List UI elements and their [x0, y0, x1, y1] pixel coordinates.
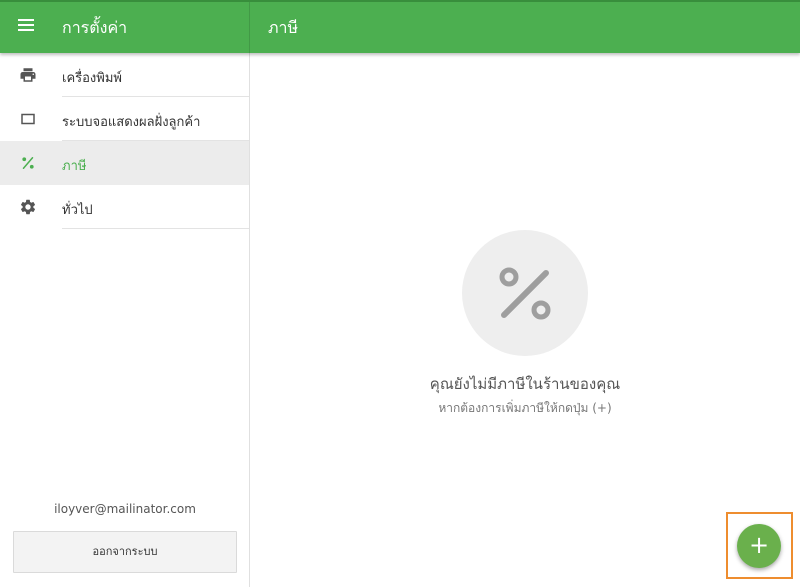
logout-button[interactable]: ออกจากระบบ — [13, 531, 237, 573]
sidebar-item-tax[interactable]: ภาษี — [0, 141, 249, 185]
divider — [62, 228, 249, 229]
percent-icon — [499, 267, 551, 320]
sidebar: เครื่องพิมพ์ ระบบจอแสดงผลฝั่งลูกค้า ภาษี… — [0, 53, 250, 587]
empty-state-illustration — [462, 230, 588, 356]
sidebar-item-label: ภาษี — [62, 159, 87, 174]
sidebar-item-printer[interactable]: เครื่องพิมพ์ — [0, 53, 249, 97]
display-icon — [21, 113, 35, 125]
account-email: iloyver@mailinator.com — [54, 502, 196, 516]
page-title: ภาษี — [268, 18, 299, 37]
sidebar-item-label: ระบบจอแสดงผลฝั่งลูกค้า — [62, 115, 201, 130]
gear-icon — [21, 199, 36, 215]
hamburger-menu-icon[interactable] — [18, 19, 38, 35]
printer-icon — [20, 68, 36, 82]
header-divider — [249, 2, 250, 53]
app-bar: การตั้งค่า ภาษี — [0, 0, 800, 53]
sidebar-item-label: ทั่วไป — [62, 203, 93, 218]
empty-state-title: คุณยังไม่มีภาษีในร้านของคุณ — [429, 375, 621, 393]
add-tax-button[interactable]: + — [737, 524, 781, 568]
settings-title: การตั้งค่า — [62, 18, 128, 37]
plus-icon: + — [748, 531, 770, 559]
sidebar-item-general[interactable]: ทั่วไป — [0, 185, 249, 229]
sidebar-item-label: เครื่องพิมพ์ — [62, 71, 122, 86]
main-content: คุณยังไม่มีภาษีในร้านของคุณ หากต้องการเพ… — [250, 53, 800, 587]
empty-state-subtitle: หากต้องการเพิ่มภาษีให้กดปุ่ม (+) — [438, 401, 612, 415]
sidebar-item-customer-display[interactable]: ระบบจอแสดงผลฝั่งลูกค้า — [0, 97, 249, 141]
percent-icon — [22, 157, 34, 169]
